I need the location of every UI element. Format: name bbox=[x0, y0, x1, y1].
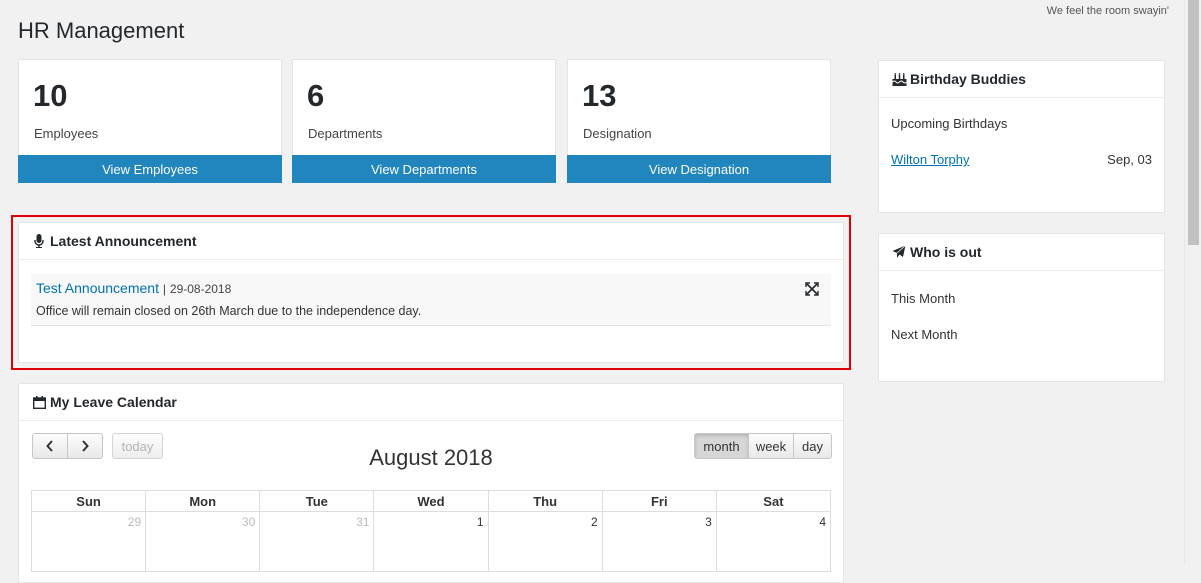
department-label: Departments bbox=[308, 126, 383, 141]
who-is-out-header: Who is out bbox=[879, 234, 1164, 271]
calendar-day[interactable]: 29 bbox=[30, 511, 147, 572]
weekday-thu: Thu bbox=[487, 490, 603, 512]
stat-card-designation: 13 Designation View Designation bbox=[567, 59, 831, 183]
day-view-button[interactable]: day bbox=[793, 433, 832, 459]
birthday-person-link[interactable]: Wilton Torphy bbox=[891, 152, 970, 167]
weekday-sun: Sun bbox=[30, 490, 147, 512]
who-is-out-panel: Who is out This Month Next Month bbox=[878, 233, 1165, 382]
upcoming-birthdays-label: Upcoming Birthdays bbox=[891, 116, 1008, 131]
who-is-out-heading: Who is out bbox=[910, 244, 982, 260]
birthday-heading: Birthday Buddies bbox=[910, 71, 1026, 87]
calendar-heading: My Leave Calendar bbox=[50, 394, 177, 410]
calendar-day[interactable]: 31 bbox=[259, 511, 375, 572]
weekday-sat: Sat bbox=[715, 490, 832, 512]
leave-calendar-panel: My Leave Calendar today August 2018 mont… bbox=[18, 383, 844, 583]
week-view-button[interactable]: week bbox=[748, 433, 794, 459]
stat-card-departments: 6 Departments View Departments bbox=[292, 59, 556, 183]
calendar-header: My Leave Calendar bbox=[19, 384, 843, 421]
birthday-panel: Birthday Buddies Upcoming Birthdays Wilt… bbox=[878, 60, 1165, 213]
department-count: 6 bbox=[307, 78, 325, 113]
this-month-label: This Month bbox=[891, 291, 956, 306]
calendar-day[interactable]: 30 bbox=[145, 511, 261, 572]
weekday-wed: Wed bbox=[373, 490, 489, 512]
view-designation-button[interactable]: View Designation bbox=[567, 155, 831, 183]
paper-plane-icon bbox=[891, 244, 907, 260]
weekday-fri: Fri bbox=[601, 490, 717, 512]
stat-card-employees: 10 Employees View Employees bbox=[18, 59, 282, 183]
calendar-day[interactable]: 3 bbox=[601, 511, 717, 572]
view-employees-button[interactable]: View Employees bbox=[18, 155, 282, 183]
page-title: HR Management bbox=[18, 18, 185, 43]
birthday-cake-icon bbox=[891, 71, 907, 87]
designation-label: Designation bbox=[583, 126, 652, 141]
highlight-outline bbox=[11, 215, 851, 370]
calendar-day[interactable]: 2 bbox=[487, 511, 603, 572]
birthday-header: Birthday Buddies bbox=[879, 61, 1164, 98]
calendar-icon bbox=[31, 394, 47, 410]
birthday-date: Sep, 03 bbox=[1107, 152, 1152, 167]
view-departments-button[interactable]: View Departments bbox=[292, 155, 556, 183]
scrollbar-thumb[interactable] bbox=[1188, 0, 1199, 245]
employee-count: 10 bbox=[33, 78, 68, 113]
calendar-day[interactable]: 4 bbox=[715, 511, 832, 572]
weekday-tue: Tue bbox=[259, 490, 375, 512]
month-view-button[interactable]: month bbox=[694, 433, 749, 459]
top-message: We feel the room swayin' bbox=[1046, 5, 1169, 17]
designation-count: 13 bbox=[582, 78, 617, 113]
page-scrollbar[interactable] bbox=[1184, 0, 1201, 564]
employee-label: Employees bbox=[34, 126, 99, 141]
weekday-header-row: Sun Mon Tue Wed Thu Fri Sat bbox=[30, 490, 832, 512]
calendar-grid: Sun Mon Tue Wed Thu Fri Sat 29 30 31 1 2… bbox=[30, 490, 832, 572]
calendar-day[interactable]: 1 bbox=[373, 511, 489, 572]
next-month-label: Next Month bbox=[891, 327, 958, 342]
calendar-week-row: 29 30 31 1 2 3 4 bbox=[30, 511, 832, 572]
weekday-mon: Mon bbox=[145, 490, 261, 512]
